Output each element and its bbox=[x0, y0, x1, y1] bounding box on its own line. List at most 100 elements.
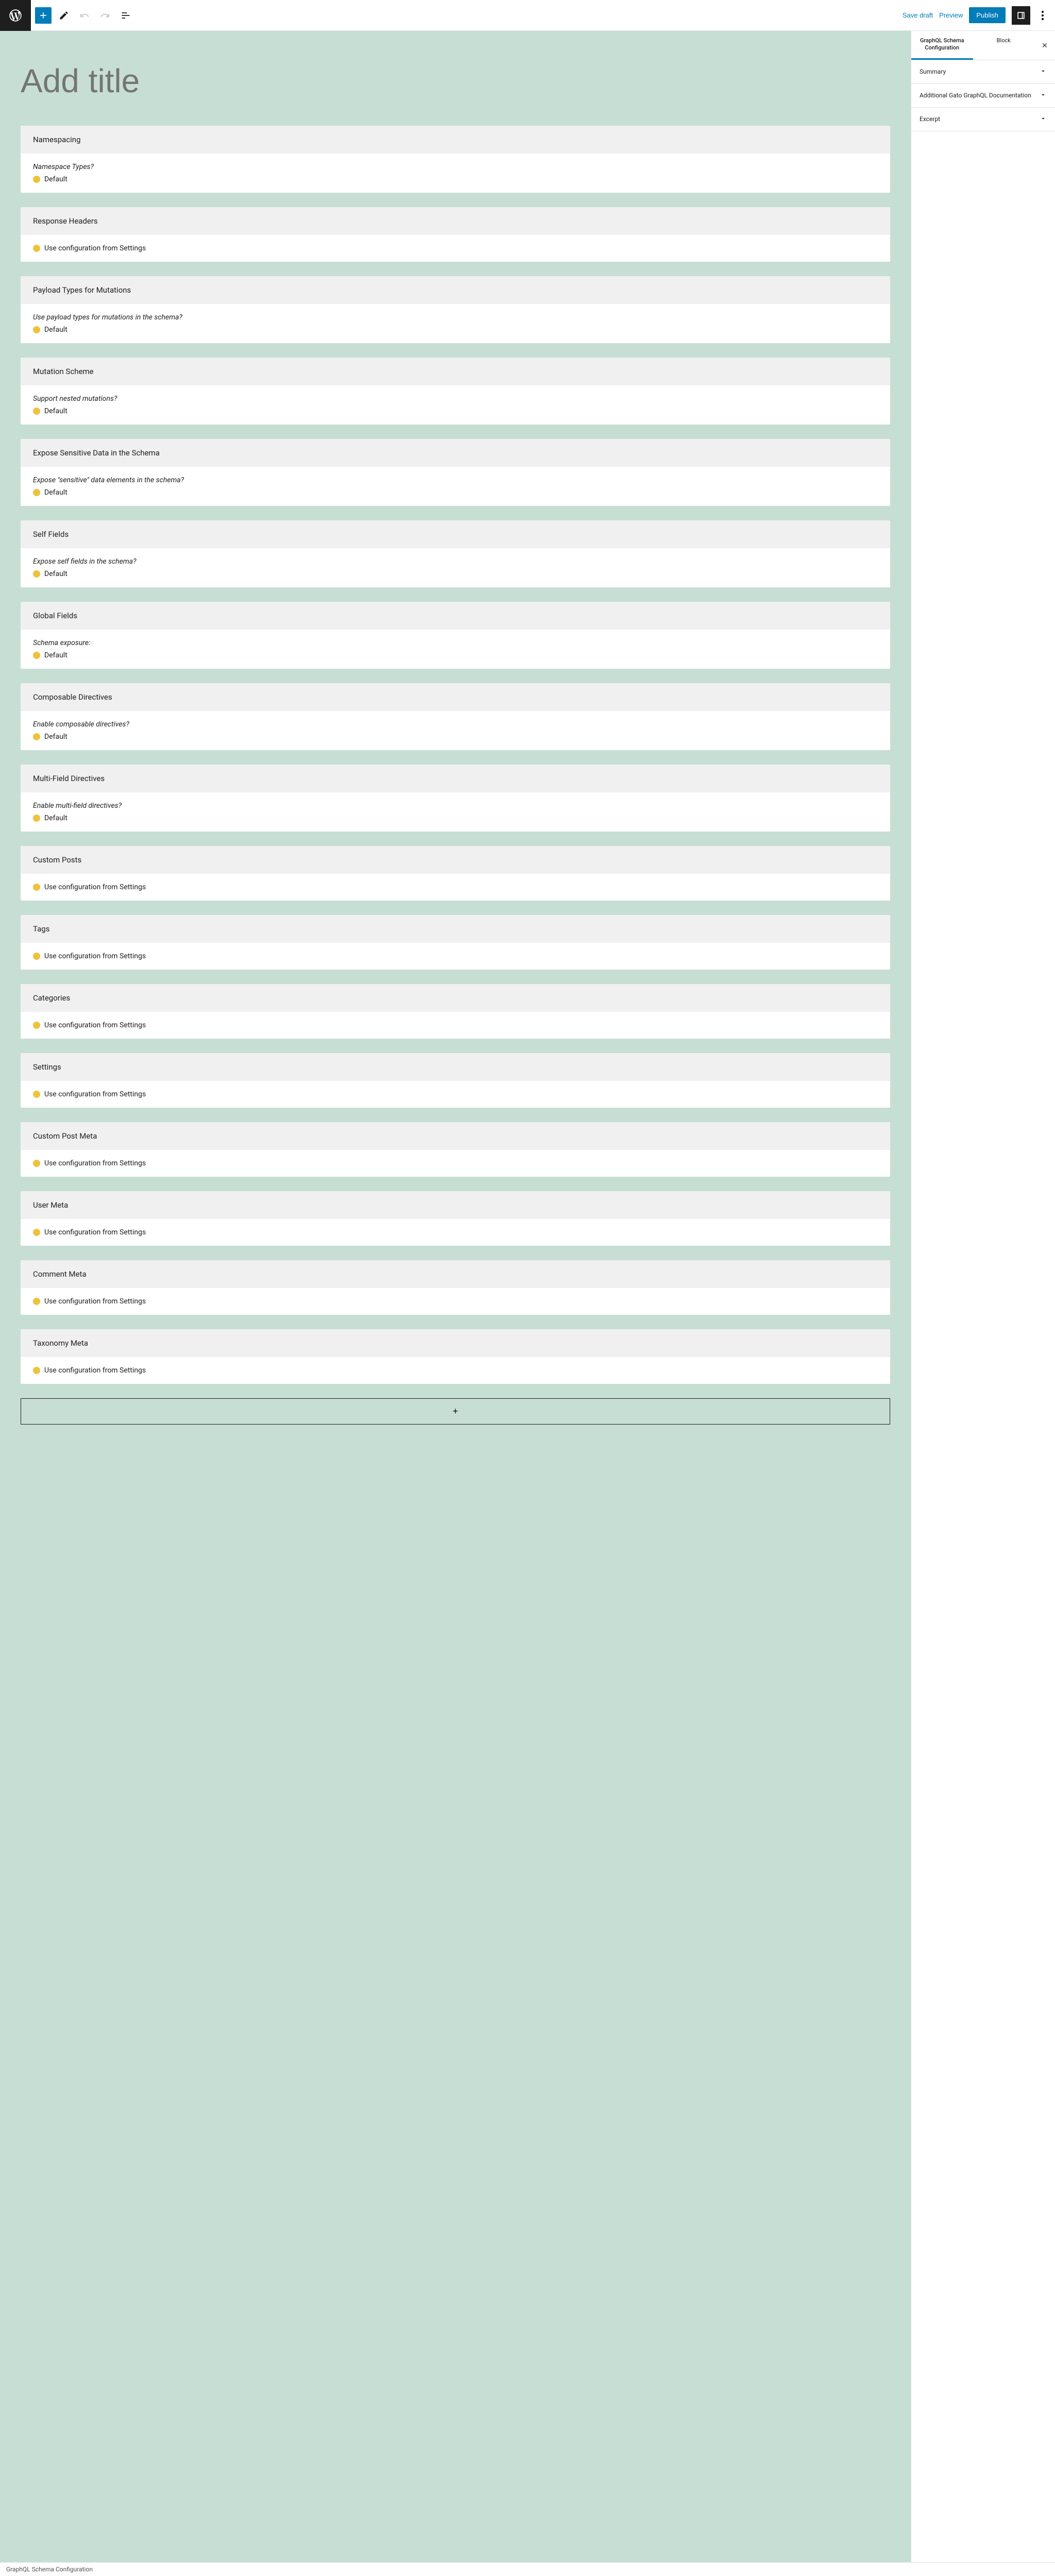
sidebar-panel[interactable]: Additional Gato GraphQL Documentation bbox=[911, 84, 1055, 108]
block-header: Response Headers bbox=[21, 207, 890, 235]
status-dot-icon bbox=[33, 733, 40, 740]
block-value-text: Default bbox=[44, 570, 67, 578]
config-block[interactable]: Expose Sensitive Data in the SchemaExpos… bbox=[21, 439, 890, 506]
block-value-text: Use configuration from Settings bbox=[44, 1021, 146, 1029]
config-block[interactable]: Self FieldsExpose self fields in the sch… bbox=[21, 520, 890, 587]
status-dot-icon bbox=[33, 953, 40, 960]
block-value-text: Use configuration from Settings bbox=[44, 1366, 146, 1375]
status-dot-icon bbox=[33, 245, 40, 252]
block-question: Namespace Types? bbox=[33, 163, 878, 171]
top-toolbar: Save draft Preview Publish bbox=[0, 0, 1055, 31]
config-block[interactable]: Taxonomy Meta Use configuration from Sett… bbox=[21, 1329, 890, 1384]
add-block-toolbar-button[interactable] bbox=[35, 7, 52, 24]
config-block[interactable]: NamespacingNamespace Types?Default bbox=[21, 126, 890, 193]
block-body: Enable multi-field directives? Default bbox=[21, 792, 890, 832]
config-block[interactable]: SettingsUse configuration from Settings bbox=[21, 1053, 890, 1108]
block-header: Comment Meta bbox=[21, 1260, 890, 1288]
block-value-text: Default bbox=[44, 488, 67, 497]
block-question: Enable composable directives? bbox=[33, 720, 878, 728]
block-header: Taxonomy Meta bbox=[21, 1329, 890, 1357]
block-value-text: Default bbox=[44, 651, 67, 659]
block-body: Use configuration from Settings bbox=[21, 235, 890, 262]
block-body: Use configuration from Settings bbox=[21, 1150, 890, 1177]
config-block[interactable]: Mutation SchemeSupport nested mutations?… bbox=[21, 358, 890, 425]
block-value: Default bbox=[33, 407, 878, 415]
status-dot-icon bbox=[33, 1160, 40, 1167]
more-options-button[interactable] bbox=[1036, 6, 1049, 25]
config-block[interactable]: Global FieldsSchema exposure:Default bbox=[21, 602, 890, 669]
preview-button[interactable]: Preview bbox=[939, 11, 963, 19]
tab-block[interactable]: Block bbox=[973, 31, 1035, 60]
block-body: Expose self fields in the schema? Default bbox=[21, 548, 890, 587]
kebab-icon bbox=[1042, 11, 1044, 20]
block-header: Payload Types for Mutations bbox=[21, 276, 890, 304]
block-body: Support nested mutations?Default bbox=[21, 385, 890, 425]
tab-document[interactable]: GraphQL Schema Configuration bbox=[911, 31, 973, 60]
block-header: Multi-Field Directives bbox=[21, 765, 890, 792]
block-value: Use configuration from Settings bbox=[33, 1297, 878, 1306]
document-outline-button[interactable] bbox=[117, 7, 134, 24]
status-dot-icon bbox=[33, 652, 40, 659]
plus-icon bbox=[38, 10, 48, 21]
config-block[interactable]: Composable Directives Enable composable d… bbox=[21, 683, 890, 750]
block-header: Global Fields bbox=[21, 602, 890, 630]
block-question: Expose self fields in the schema? bbox=[33, 557, 878, 566]
config-block[interactable]: Multi-Field DirectivesEnable multi-field… bbox=[21, 765, 890, 832]
config-block[interactable]: Tags Use configuration from Settings bbox=[21, 915, 890, 970]
save-draft-button[interactable]: Save draft bbox=[903, 11, 933, 19]
publish-button[interactable]: Publish bbox=[969, 7, 1006, 23]
block-body: Use payload types for mutations in the s… bbox=[21, 304, 890, 343]
wordpress-icon bbox=[8, 8, 23, 23]
block-header: Composable Directives bbox=[21, 683, 890, 711]
status-dot-icon bbox=[33, 1022, 40, 1029]
undo-button[interactable] bbox=[76, 7, 93, 24]
block-value: Use configuration from Settings bbox=[33, 1159, 878, 1167]
append-block-button[interactable]: + bbox=[21, 1398, 890, 1425]
block-question: Use payload types for mutations in the s… bbox=[33, 313, 878, 321]
config-block[interactable]: Custom PostsUse configuration from Setti… bbox=[21, 846, 890, 901]
sidebar-icon bbox=[1016, 10, 1026, 21]
edit-tool-button[interactable] bbox=[56, 7, 72, 24]
main-area: NamespacingNamespace Types?DefaultRespon… bbox=[0, 31, 1055, 2576]
block-value-text: Use configuration from Settings bbox=[44, 244, 146, 252]
block-question: Enable multi-field directives? bbox=[33, 802, 878, 810]
panel-label: Summary bbox=[920, 68, 946, 75]
wordpress-logo[interactable] bbox=[0, 0, 31, 31]
block-value-text: Use configuration from Settings bbox=[44, 952, 146, 960]
sidebar-panel[interactable]: Excerpt bbox=[911, 108, 1055, 131]
block-value: Use configuration from Settings bbox=[33, 1228, 878, 1236]
sidebar-panel[interactable]: Summary bbox=[911, 60, 1055, 84]
config-block[interactable]: User Meta Use configuration from Settings bbox=[21, 1191, 890, 1246]
block-value: Use configuration from Settings bbox=[33, 1090, 878, 1098]
block-value: Default bbox=[33, 814, 878, 822]
settings-sidebar: GraphQL Schema Configuration Block Summa… bbox=[911, 31, 1055, 2576]
block-header: Namespacing bbox=[21, 126, 890, 154]
block-body: Use configuration from Settings bbox=[21, 1288, 890, 1315]
sidebar-tabs: GraphQL Schema Configuration Block bbox=[911, 31, 1055, 60]
block-body: Namespace Types?Default bbox=[21, 154, 890, 193]
block-header: Mutation Scheme bbox=[21, 358, 890, 385]
block-body: Use configuration from Settings bbox=[21, 1219, 890, 1246]
block-header: Tags bbox=[21, 915, 890, 943]
block-value-text: Use configuration from Settings bbox=[44, 1159, 146, 1167]
chevron-down-icon bbox=[1040, 91, 1047, 100]
pencil-icon bbox=[59, 10, 69, 21]
config-block[interactable]: Comment Meta Use configuration from Setti… bbox=[21, 1260, 890, 1315]
panel-label: Excerpt bbox=[920, 115, 940, 123]
redo-button[interactable] bbox=[97, 7, 113, 24]
settings-toggle-button[interactable] bbox=[1012, 6, 1030, 25]
sidebar-close-button[interactable] bbox=[1034, 31, 1055, 60]
block-body: Use configuration from Settings bbox=[21, 1012, 890, 1039]
config-block[interactable]: Payload Types for Mutations Use payload t… bbox=[21, 276, 890, 343]
editor-canvas: NamespacingNamespace Types?DefaultRespon… bbox=[0, 31, 911, 2576]
status-dot-icon bbox=[33, 408, 40, 415]
block-header: User Meta bbox=[21, 1191, 890, 1219]
block-body: Use configuration from Settings bbox=[21, 874, 890, 901]
block-value-text: Use configuration from Settings bbox=[44, 1090, 146, 1098]
block-value: Use configuration from Settings bbox=[33, 1021, 878, 1029]
config-block[interactable]: Response Headers Use configuration from S… bbox=[21, 207, 890, 262]
block-value-text: Default bbox=[44, 733, 67, 741]
config-block[interactable]: CategoriesUse configuration from Setting… bbox=[21, 984, 890, 1039]
config-block[interactable]: Custom Post MetaUse configuration from S… bbox=[21, 1122, 890, 1177]
post-title-input[interactable] bbox=[21, 62, 890, 100]
